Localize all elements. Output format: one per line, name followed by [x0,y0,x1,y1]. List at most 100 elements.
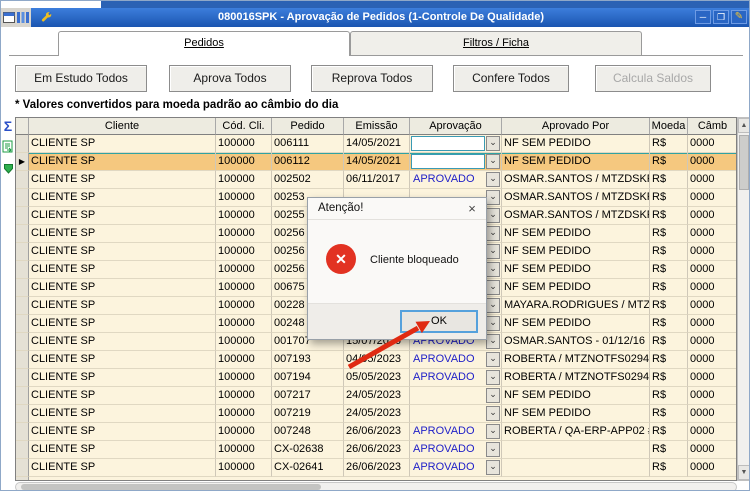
cell-cliente[interactable]: CLIENTE SP [29,423,216,441]
cell-camb[interactable]: 0000 [688,297,737,315]
cell-cliente[interactable]: CLIENTE SP [29,153,216,171]
table-row[interactable]: CLIENTE SP 100000 007193 04/05/2023 APRO… [16,351,736,369]
cell-camb[interactable]: 0000 [688,189,737,207]
cell-pedido[interactable]: 007217 [272,387,344,405]
cell-cliente[interactable]: CLIENTE SP [29,207,216,225]
cell-cod-cli[interactable]: 100000 [216,135,272,153]
vertical-scrollbar[interactable]: ▲ ▼ [737,117,750,481]
cell-cliente[interactable]: CLIENTE SP [29,333,216,351]
cell-camb[interactable]: 0000 [688,261,737,279]
cell-pedido[interactable]: 007219 [272,405,344,423]
cell-moeda[interactable]: R$ [650,387,688,405]
cell-moeda[interactable]: R$ [650,207,688,225]
cell-pedido[interactable]: 007193 [272,351,344,369]
row-selector[interactable]: ▶ [16,153,29,171]
cell-aprovacao[interactable]: ⌄ [410,405,502,423]
cell-camb[interactable]: 0000 [688,153,737,171]
row-selector[interactable] [16,423,29,441]
cell-cod-cli[interactable]: 100000 [216,423,272,441]
cell-aprovado-por[interactable]: NF SEM PEDIDO [502,387,650,405]
header-pedido[interactable]: Pedido [272,118,344,135]
cell-cod-cli[interactable]: 100000 [216,207,272,225]
table-row[interactable]: ▶ CLIENTE SP 100000 006112 14/05/2021 ⌄ … [16,153,736,171]
cell-pedido[interactable]: 002502 [272,171,344,189]
cell-cliente[interactable]: CLIENTE SP [29,279,216,297]
cell-cod-cli[interactable]: 100000 [216,243,272,261]
cell-emissao[interactable]: 06/11/2017 [344,171,410,189]
dropdown-button[interactable]: ⌄ [486,262,500,277]
table-row[interactable]: CLIENTE SP 100000 007194 05/05/2023 APRO… [16,369,736,387]
cell-moeda[interactable]: R$ [650,423,688,441]
row-selector[interactable] [16,459,29,477]
cell-pedido[interactable]: CX-02641 [272,459,344,477]
row-selector[interactable] [16,351,29,369]
cell-aprovado-por[interactable]: MAYARA.RODRIGUES / MTZ [502,297,650,315]
cell-emissao[interactable]: 26/06/2023 [344,423,410,441]
cell-pedido[interactable]: 006111 [272,135,344,153]
table-row[interactable]: CLIENTE SP 100000 002502 06/11/2017 APRO… [16,171,736,189]
window-icon[interactable] [3,12,15,23]
cell-camb[interactable]: 0000 [688,225,737,243]
dropdown-button[interactable]: ⌄ [486,442,500,457]
cell-moeda[interactable]: R$ [650,405,688,423]
header-cliente[interactable]: Cliente [29,118,216,135]
cell-camb[interactable]: 0000 [688,243,737,261]
dropdown-button[interactable]: ⌄ [486,316,500,331]
cell-cod-cli[interactable]: 100000 [216,459,272,477]
cell-aprovacao[interactable]: APROVADO ⌄ [410,459,502,477]
cell-moeda[interactable]: R$ [650,459,688,477]
cell-cod-cli[interactable]: 100000 [216,153,272,171]
row-selector[interactable] [16,261,29,279]
horizontal-scrollbar[interactable] [15,482,737,491]
cell-cod-cli[interactable]: 100000 [216,387,272,405]
dropdown-button[interactable]: ⌄ [486,460,500,475]
row-selector[interactable] [16,171,29,189]
reprova-todos-button[interactable]: Reprova Todos [311,65,433,92]
cell-moeda[interactable]: R$ [650,153,688,171]
cell-camb[interactable]: 0000 [688,207,737,225]
cell-aprovado-por[interactable]: OSMAR.SANTOS / MTZDSKF9 [502,207,650,225]
cell-aprovado-por[interactable]: NF SEM PEDIDO [502,315,650,333]
cell-moeda[interactable]: R$ [650,189,688,207]
cell-camb[interactable]: 0000 [688,387,737,405]
cell-emissao[interactable]: 05/05/2023 [344,369,410,387]
dropdown-button[interactable]: ⌄ [486,388,500,403]
dropdown-button[interactable]: ⌄ [486,298,500,313]
row-selector[interactable] [16,333,29,351]
cell-aprovacao[interactable]: APROVADO ⌄ [410,171,502,189]
row-selector[interactable] [16,297,29,315]
cell-cod-cli[interactable]: 100000 [216,369,272,387]
window-titlebar[interactable]: 080016SPK - Aprovação de Pedidos (1-Cont… [31,8,750,27]
row-selector[interactable] [16,279,29,297]
cell-moeda[interactable]: R$ [650,135,688,153]
cell-aprovacao[interactable]: APROVADO ⌄ [410,423,502,441]
cell-aprovado-por[interactable]: OSMAR.SANTOS - 01/12/16 [502,333,650,351]
cell-aprovacao[interactable]: APROVADO ⌄ [410,441,502,459]
cell-cliente[interactable]: CLIENTE SP [29,261,216,279]
row-selector[interactable] [16,225,29,243]
cell-aprovado-por[interactable]: NF SEM PEDIDO [502,405,650,423]
cell-aprovado-por[interactable]: ROBERTA / QA-ERP-APP02 # [502,423,650,441]
cell-aprovado-por[interactable]: NF SEM PEDIDO [502,153,650,171]
dropdown-button[interactable]: ⌄ [486,154,500,169]
dropdown-button[interactable]: ⌄ [486,370,500,385]
cell-pedido[interactable]: 007194 [272,369,344,387]
cell-cod-cli[interactable]: 100000 [216,333,272,351]
tab-pedidos[interactable]: Pedidos [58,31,350,56]
cell-aprovacao[interactable]: ⌄ [410,387,502,405]
cell-camb[interactable]: 0000 [688,459,737,477]
row-selector[interactable] [16,441,29,459]
cell-cod-cli[interactable]: 100000 [216,405,272,423]
scroll-up-button[interactable]: ▲ [738,118,750,133]
maximize-button[interactable]: ❐ [713,10,729,24]
dropdown-button[interactable]: ⌄ [486,424,500,439]
cell-cod-cli[interactable]: 100000 [216,225,272,243]
cell-cliente[interactable]: CLIENTE SP [29,405,216,423]
cell-pedido[interactable]: 007248 [272,423,344,441]
cell-cliente[interactable]: CLIENTE SP [29,243,216,261]
cell-emissao[interactable]: 14/05/2021 [344,153,410,171]
cell-moeda[interactable]: R$ [650,333,688,351]
dropdown-button[interactable]: ⌄ [486,244,500,259]
cell-cod-cli[interactable]: 100000 [216,351,272,369]
row-selector[interactable] [16,369,29,387]
